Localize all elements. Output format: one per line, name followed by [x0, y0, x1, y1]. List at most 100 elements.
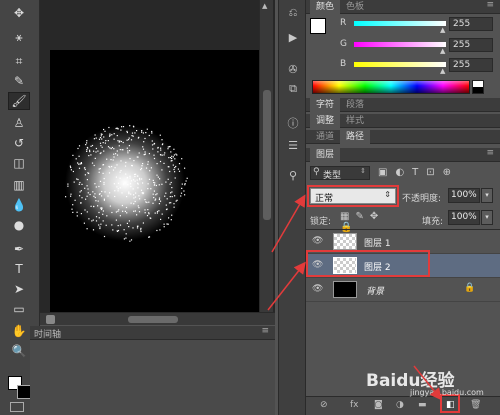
eraser-icon[interactable]: ◫: [8, 154, 30, 172]
speckle: [87, 172, 89, 174]
color-spectrum-bar[interactable]: [312, 80, 470, 94]
tab-swatches[interactable]: 色板: [340, 0, 370, 14]
layer-filter-icons[interactable]: ▣◐T⊡⊕: [378, 167, 496, 179]
g-slider[interactable]: [354, 42, 446, 47]
speckle: [168, 217, 170, 219]
eye-icon[interactable]: 👁: [312, 236, 324, 246]
r-slider-thumb-icon[interactable]: ▲: [440, 26, 445, 34]
speckle: [104, 191, 106, 193]
history-brush-icon[interactable]: ↺: [8, 134, 30, 152]
speckle: [111, 134, 113, 136]
path-select-icon[interactable]: ➤: [8, 280, 30, 298]
clone-source-icon[interactable]: ⧉: [285, 82, 301, 96]
horizontal-scroll-thumb[interactable]: [128, 316, 178, 323]
speckle: [131, 135, 133, 137]
b-slider-thumb-icon[interactable]: ▲: [440, 67, 445, 75]
link-layers-icon[interactable]: ⊘: [320, 400, 328, 410]
crop-icon[interactable]: ⌗: [8, 52, 30, 70]
brush-icon[interactable]: 🖌: [8, 92, 30, 110]
speckle: [126, 212, 128, 214]
pen-icon[interactable]: ✒: [8, 240, 30, 258]
layer-name[interactable]: 背景: [366, 284, 384, 297]
vertical-scroll-thumb[interactable]: [263, 90, 271, 220]
speckle: [105, 224, 107, 226]
opacity-dropdown-icon[interactable]: ▾: [481, 188, 493, 203]
fill-dropdown-icon[interactable]: ▾: [481, 210, 493, 225]
speckle: [88, 218, 90, 220]
tab-layers[interactable]: 图层: [310, 148, 341, 162]
panel-menu-icon[interactable]: ≡: [486, 148, 494, 158]
move-icon[interactable]: ✥: [8, 4, 30, 22]
speckle: [141, 131, 143, 133]
timeline-tab[interactable]: 时间轴: [34, 327, 61, 340]
panel-menu-icon[interactable]: ≡: [261, 326, 269, 336]
speckle: [147, 161, 149, 163]
speckle: [88, 155, 90, 157]
history-icon[interactable]: ⎌: [285, 6, 301, 20]
background-color-swatch[interactable]: [17, 385, 31, 399]
canvas[interactable]: [50, 50, 265, 312]
dodge-icon[interactable]: ●: [8, 216, 30, 234]
properties-icon[interactable]: ☰: [285, 138, 301, 152]
tab-color[interactable]: 颜色: [310, 0, 341, 14]
blur-icon[interactable]: 💧: [8, 196, 30, 214]
new-group-icon[interactable]: ▬: [418, 400, 427, 410]
vertical-scrollbar[interactable]: ▲: [259, 0, 273, 312]
magic-wand-icon[interactable]: ⚹: [8, 28, 30, 46]
black-white-ramp[interactable]: [472, 80, 484, 94]
scroll-left-icon[interactable]: [46, 315, 55, 324]
tab-paragraph[interactable]: 段落: [340, 98, 370, 112]
gradient-icon[interactable]: ▥: [8, 176, 30, 194]
speckle: [93, 150, 95, 152]
tab-paths[interactable]: 路径: [340, 130, 371, 144]
layer-style-icon[interactable]: fx: [350, 400, 359, 410]
speckle: [139, 198, 141, 200]
scroll-up-icon[interactable]: ▲: [262, 2, 271, 11]
delete-layer-icon[interactable]: 🗑: [470, 400, 481, 410]
g-slider-thumb-icon[interactable]: ▲: [440, 47, 445, 55]
lock-icons[interactable]: ▦✎✥🔒: [340, 211, 400, 233]
watermark-url: jingyan.baidu.com: [410, 388, 484, 397]
opacity-field[interactable]: 100%: [448, 188, 480, 203]
stamp-icon[interactable]: ♙: [8, 114, 30, 132]
layer-name[interactable]: 图层 1: [364, 236, 391, 249]
speckle: [97, 150, 99, 152]
tool-presets-icon[interactable]: ⚲: [285, 168, 301, 182]
b-value[interactable]: 255: [449, 58, 493, 72]
eyedropper-icon[interactable]: ✎: [8, 72, 30, 90]
tab-styles[interactable]: 样式: [340, 114, 370, 128]
add-mask-icon[interactable]: ◙: [374, 400, 383, 410]
hand-icon[interactable]: ✋: [8, 322, 30, 340]
speckle: [102, 220, 104, 222]
speckle: [103, 150, 105, 152]
zoom-icon[interactable]: 🔍: [8, 342, 30, 360]
panel-menu-icon[interactable]: ≡: [486, 0, 494, 10]
foreground-swatch[interactable]: [310, 18, 326, 34]
speckle: [171, 191, 173, 193]
g-value[interactable]: 255: [449, 38, 493, 52]
horizontal-scrollbar[interactable]: [40, 312, 275, 325]
quick-mask-icon[interactable]: [10, 402, 24, 412]
shape-icon[interactable]: ▭: [8, 300, 30, 318]
speckle: [120, 129, 122, 131]
speckle: [128, 137, 130, 139]
b-slider[interactable]: [354, 62, 446, 67]
info-icon[interactable]: ⓘ: [285, 116, 301, 130]
eye-icon[interactable]: 👁: [312, 284, 324, 294]
r-slider[interactable]: [354, 21, 446, 26]
type-icon[interactable]: T: [8, 260, 30, 278]
tab-adjustments[interactable]: 调整: [310, 114, 341, 128]
speckle: [156, 174, 158, 176]
speckle: [109, 192, 111, 194]
r-value[interactable]: 255: [449, 17, 493, 31]
speckle: [95, 186, 97, 188]
brush-presets-icon[interactable]: ✇: [285, 62, 301, 76]
tab-channels[interactable]: 通道: [310, 130, 340, 144]
adjustment-layer-icon[interactable]: ◑: [396, 400, 404, 410]
fill-field[interactable]: 100%: [448, 210, 480, 225]
layer-filter-select[interactable]: ⚲ 类型 ⇕: [310, 166, 370, 181]
actions-play-icon[interactable]: ▶: [285, 30, 301, 44]
speckle: [170, 151, 172, 153]
tab-character[interactable]: 字符: [310, 98, 341, 112]
layer-row[interactable]: 👁 背景 🔒: [306, 278, 500, 302]
